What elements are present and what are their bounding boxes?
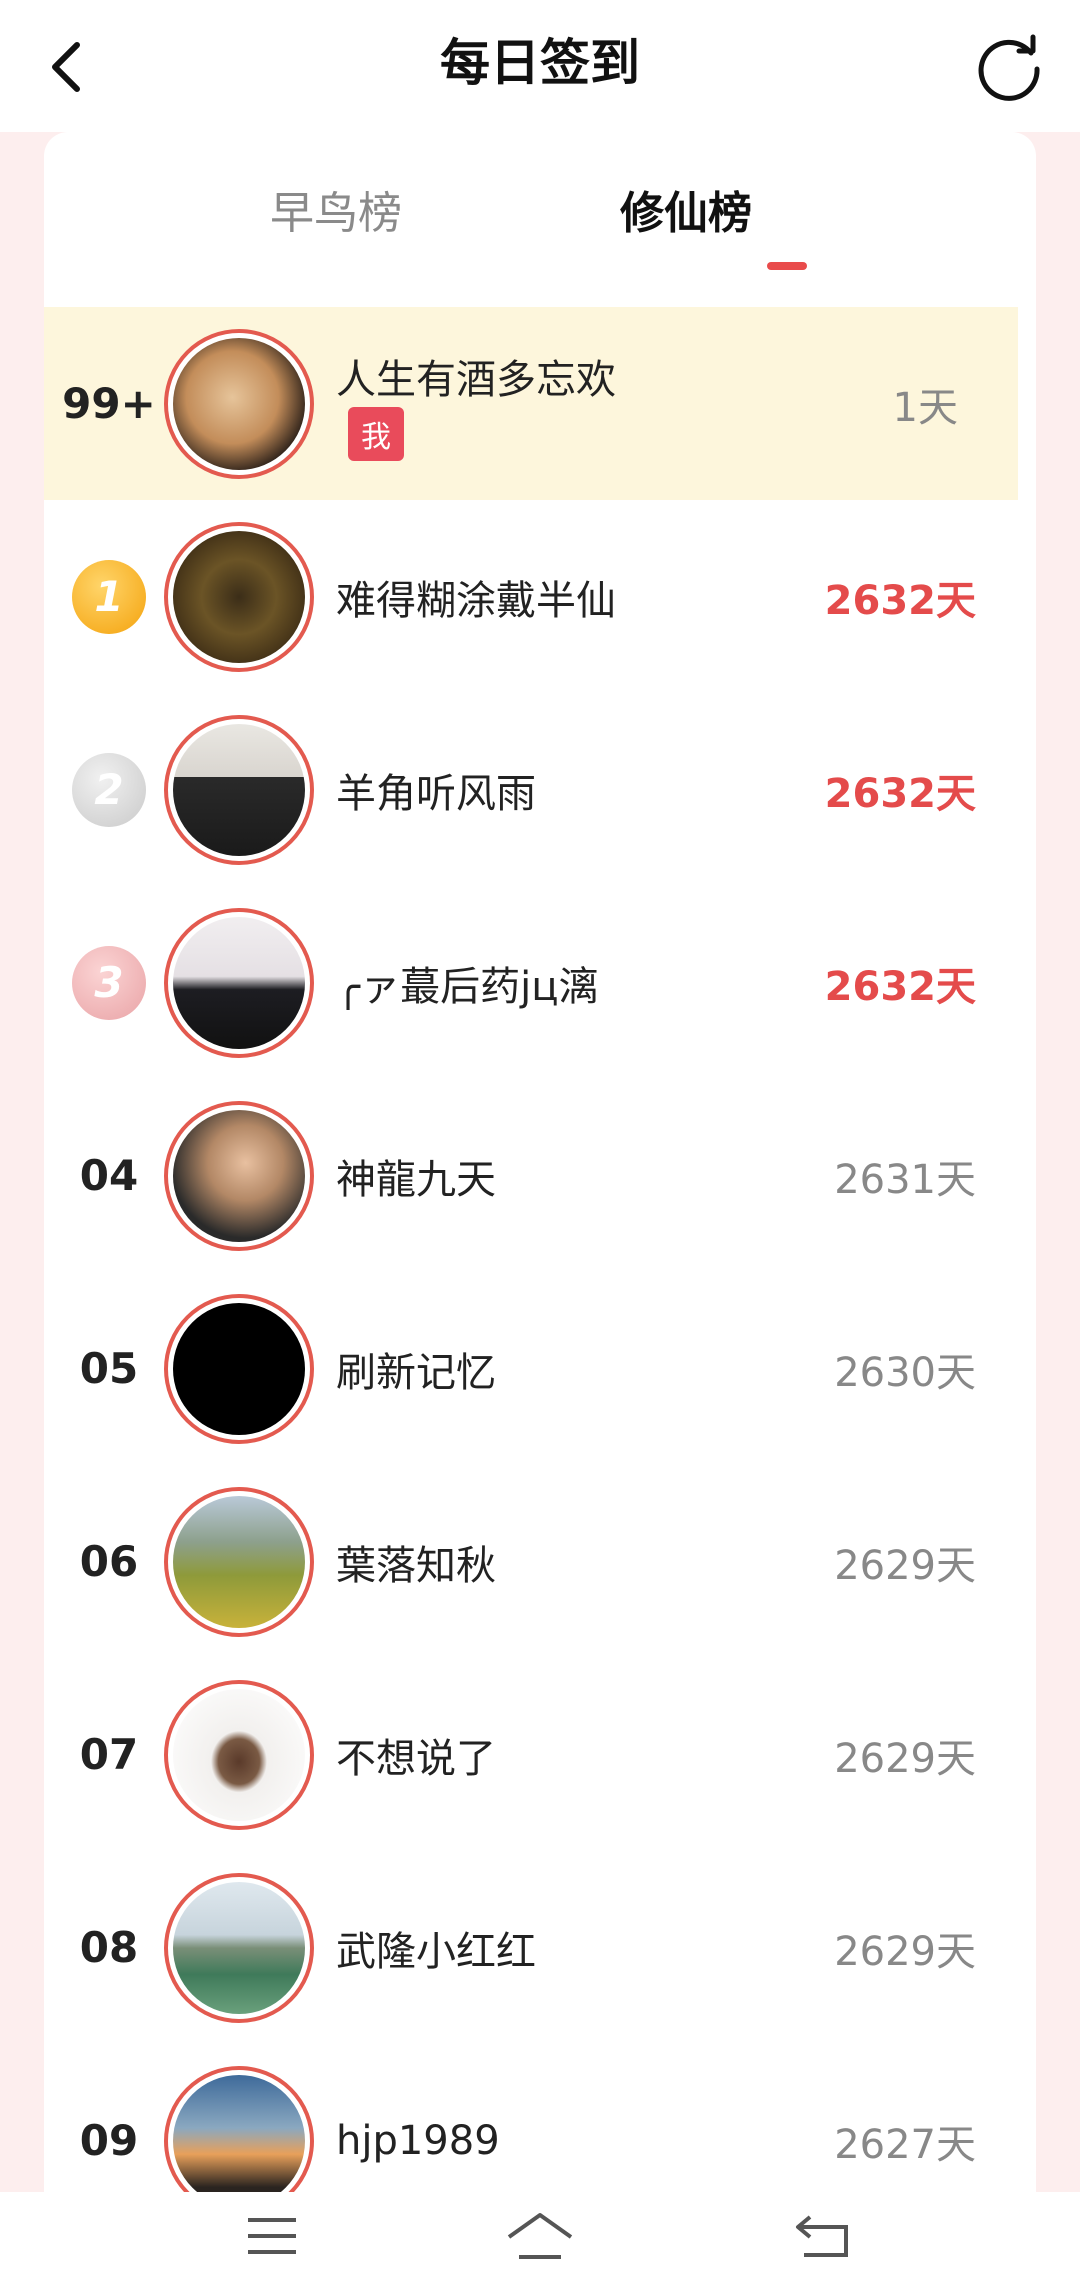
user-name: hjp1989 bbox=[336, 2117, 500, 2164]
tab-early-bird[interactable]: 早鸟榜 bbox=[186, 184, 486, 244]
avatar bbox=[164, 2066, 314, 2192]
header: 每日签到 bbox=[0, 0, 1080, 132]
checkin-days: 2630天 bbox=[834, 1349, 976, 1396]
avatar bbox=[164, 1680, 314, 1830]
rank-number: 08 bbox=[79, 1923, 139, 1972]
user-name: 神龍九天 bbox=[336, 1156, 496, 1203]
avatar bbox=[164, 715, 314, 865]
list-item[interactable]: 2 羊角听风雨 2632天 bbox=[44, 693, 1036, 886]
checkin-days: 2627天 bbox=[834, 2121, 976, 2168]
tab-indicator bbox=[767, 262, 807, 270]
list-item[interactable]: 08 武隆小红红 2629天 bbox=[44, 1851, 1036, 2044]
refresh-icon bbox=[978, 34, 1040, 101]
user-name: 羊角听风雨 bbox=[336, 770, 536, 817]
avatar bbox=[164, 1294, 314, 1444]
tab-xiuxian[interactable]: 修仙榜 bbox=[536, 184, 836, 244]
user-name: 武隆小红红 bbox=[336, 1928, 536, 1975]
avatar bbox=[164, 329, 314, 479]
gold-medal-icon: 1 bbox=[72, 559, 146, 634]
checkin-days: 2629天 bbox=[834, 1735, 976, 1782]
avatar bbox=[164, 1101, 314, 1251]
menu-button[interactable] bbox=[232, 2206, 312, 2266]
page-title: 每日签到 bbox=[440, 34, 640, 92]
leaderboard-card: 早鸟榜 修仙榜 99+ 人生有酒多忘欢 我 1天 1 难得糊涂戴半仙 2632天… bbox=[44, 132, 1036, 2192]
rank-number: 07 bbox=[79, 1730, 139, 1779]
menu-icon bbox=[248, 2218, 296, 2254]
system-nav-bar bbox=[0, 2192, 1080, 2284]
back-nav-button[interactable] bbox=[784, 2206, 864, 2266]
rank-number: 06 bbox=[79, 1537, 139, 1586]
checkin-days: 2632天 bbox=[824, 963, 976, 1010]
refresh-button[interactable] bbox=[964, 20, 1056, 112]
checkin-days: 2632天 bbox=[824, 577, 976, 624]
checkin-days: 2629天 bbox=[834, 1542, 976, 1589]
list-item[interactable]: 07 不想说了 2629天 bbox=[44, 1658, 1036, 1851]
list-item[interactable]: 06 葉落知秋 2629天 bbox=[44, 1465, 1036, 1658]
ranking-rows: 1 难得糊涂戴半仙 2632天 2 羊角听风雨 2632天 3 ╭ァ蕞后药jц漓… bbox=[44, 500, 1036, 2192]
bronze-medal-icon: 3 bbox=[72, 945, 146, 1020]
me-badge: 我 bbox=[348, 407, 404, 461]
rank-number: 99+ bbox=[62, 379, 156, 428]
user-name: 刷新记忆 bbox=[336, 1349, 496, 1396]
avatar bbox=[164, 908, 314, 1058]
avatar bbox=[164, 1873, 314, 2023]
avatar bbox=[164, 522, 314, 672]
user-name: 不想说了 bbox=[336, 1735, 496, 1782]
list-item[interactable]: 09 hjp1989 2627天 bbox=[44, 2044, 1036, 2192]
rank-number: 09 bbox=[79, 2116, 139, 2165]
checkin-days: 2631天 bbox=[834, 1156, 976, 1203]
list-item[interactable]: 04 神龍九天 2631天 bbox=[44, 1079, 1036, 1272]
checkin-days: 2629天 bbox=[834, 1928, 976, 1975]
silver-medal-icon: 2 bbox=[72, 752, 146, 827]
list-item[interactable]: 3 ╭ァ蕞后药jц漓 2632天 bbox=[44, 886, 1036, 1079]
back-icon bbox=[796, 2215, 848, 2257]
user-name: ╭ァ蕞后药jц漓 bbox=[336, 963, 599, 1010]
home-button[interactable] bbox=[500, 2206, 580, 2266]
checkin-days: 2632天 bbox=[824, 770, 976, 817]
home-icon bbox=[507, 2213, 573, 2259]
list-item[interactable]: 05 刷新记忆 2630天 bbox=[44, 1272, 1036, 1465]
my-rank-row[interactable]: 99+ 人生有酒多忘欢 我 1天 bbox=[44, 307, 1018, 500]
list-item[interactable]: 1 难得糊涂戴半仙 2632天 bbox=[44, 500, 1036, 693]
rank-number: 05 bbox=[79, 1344, 139, 1393]
rank-number: 04 bbox=[79, 1151, 139, 1200]
user-name: 葉落知秋 bbox=[336, 1542, 496, 1589]
checkin-days: 1天 bbox=[892, 384, 958, 431]
user-name: 难得糊涂戴半仙 bbox=[336, 577, 616, 624]
avatar bbox=[164, 1487, 314, 1637]
